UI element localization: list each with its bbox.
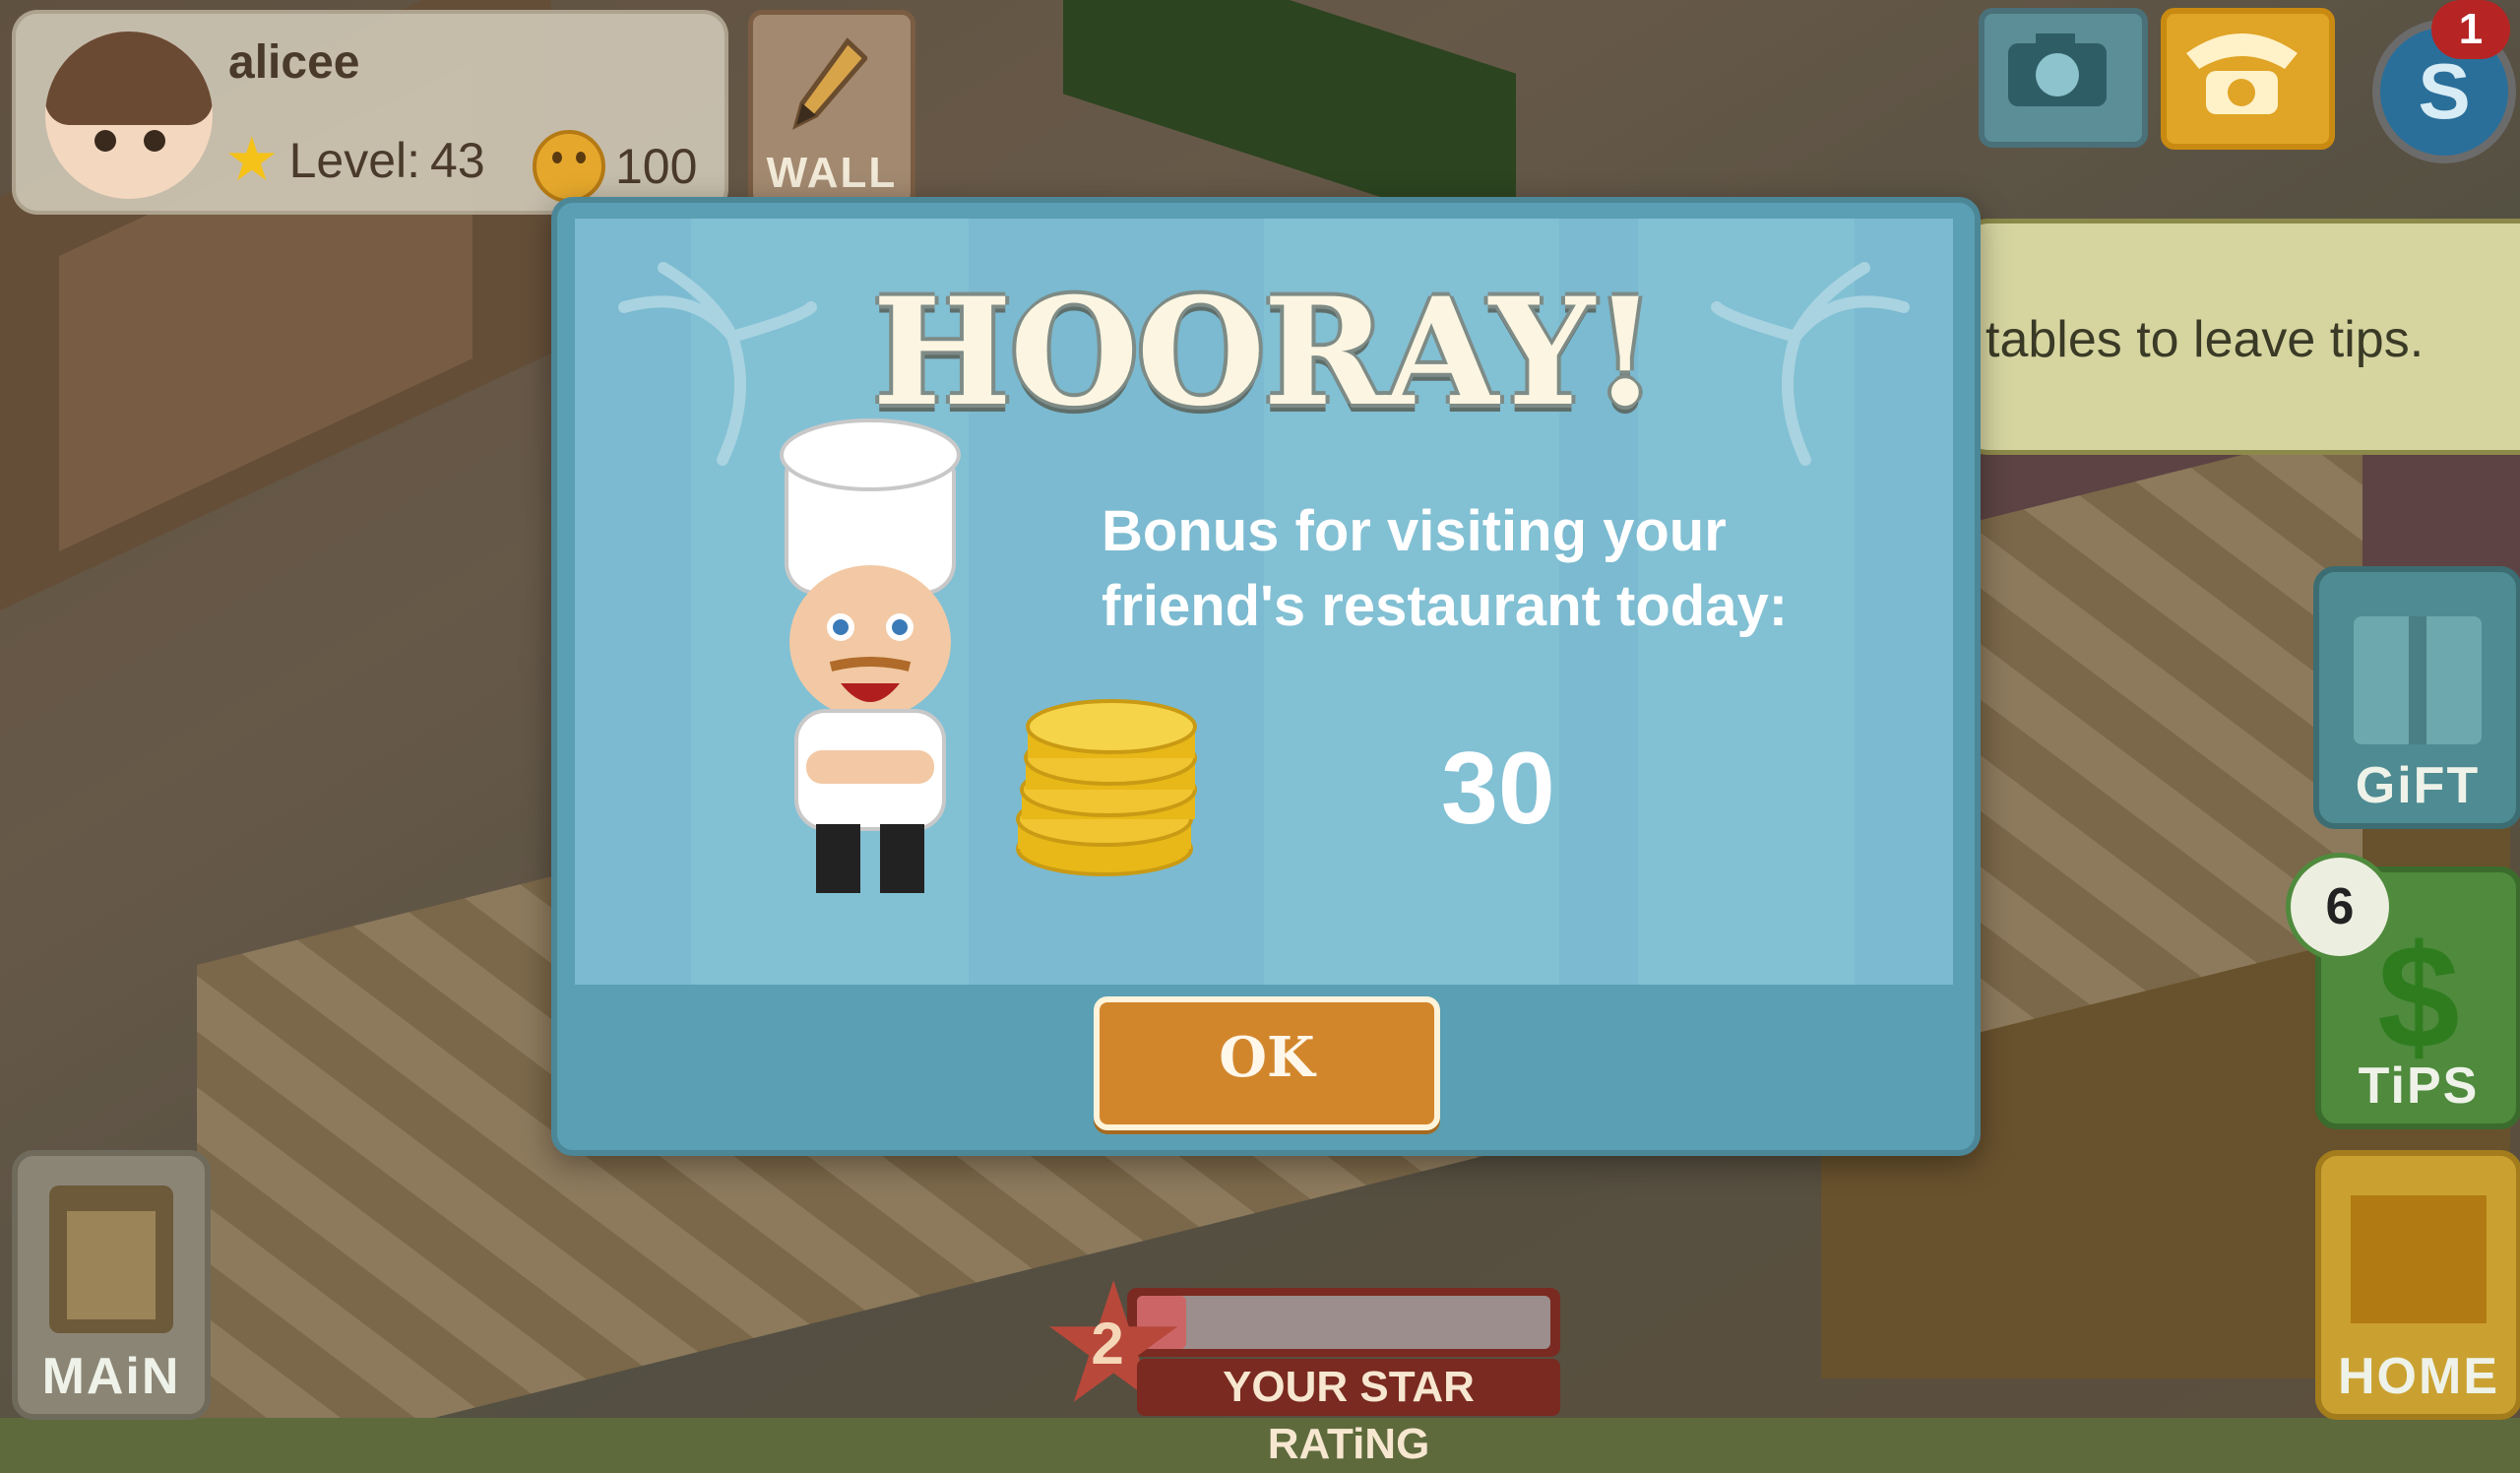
hooray-dialog: HOORAY! Bonus for visiting your friend's… bbox=[551, 197, 1981, 1156]
tip-text: tables to leave tips. bbox=[1985, 311, 2425, 368]
pencil-icon bbox=[792, 37, 867, 130]
player-level: ★ Level: 43 bbox=[224, 130, 485, 191]
ok-button[interactable]: OK bbox=[1094, 996, 1440, 1130]
star-rating-value: 2 bbox=[1091, 1311, 1124, 1377]
coin-face-icon bbox=[533, 130, 605, 203]
ok-button-label: OK bbox=[1219, 1025, 1315, 1090]
bonus-line-2: friend's restaurant today: bbox=[1102, 574, 1789, 638]
gift-box-icon bbox=[2354, 616, 2482, 744]
main-label: MAiN bbox=[41, 1348, 181, 1405]
home-label: HOME bbox=[2338, 1348, 2499, 1405]
house-icon bbox=[2351, 1195, 2487, 1323]
wall-label: WALL bbox=[766, 149, 898, 197]
camera-button[interactable] bbox=[1979, 8, 2148, 148]
reward-amount: 30 bbox=[1441, 732, 1555, 846]
bonus-message: Bonus for visiting your friend's restaur… bbox=[1102, 494, 1909, 644]
player-name: alicee bbox=[228, 36, 360, 89]
coin-stack-icon bbox=[1016, 699, 1197, 876]
camera-icon bbox=[2008, 33, 2107, 106]
player-card: alicee ★ Level: 43 100 bbox=[12, 10, 728, 215]
home-button[interactable]: HOME bbox=[2315, 1150, 2520, 1420]
main-button[interactable]: MAiN bbox=[12, 1150, 211, 1420]
level-value: 43 bbox=[430, 133, 485, 188]
tips-count-badge: 6 bbox=[2286, 853, 2394, 961]
phone-button[interactable] bbox=[2161, 8, 2335, 150]
player-avatar bbox=[45, 32, 213, 199]
notification-badge: 1 bbox=[2431, 0, 2510, 59]
dialog-title: HOORAY! bbox=[872, 266, 1658, 439]
chef-icon bbox=[780, 418, 961, 893]
bonus-line-1: Bonus for visiting your bbox=[1102, 499, 1727, 563]
star-icon: ★ bbox=[224, 126, 280, 194]
phone-icon bbox=[2186, 33, 2298, 114]
gift-label: GiFT bbox=[2355, 757, 2481, 814]
player-coins: 100 bbox=[533, 130, 697, 203]
tips-label: TiPS bbox=[2358, 1057, 2480, 1115]
dialog-panel: HOORAY! Bonus for visiting your friend's… bbox=[575, 219, 1953, 985]
clipboard-icon bbox=[49, 1185, 173, 1333]
tip-bubble: tables to leave tips. bbox=[1959, 219, 2520, 455]
gift-button[interactable]: GiFT bbox=[2313, 566, 2520, 829]
wall-button[interactable]: WALL bbox=[748, 10, 915, 207]
level-label: Level: bbox=[288, 133, 421, 188]
star-rating-label: YOUR STAR RATiNG bbox=[1137, 1359, 1560, 1468]
coin-count: 100 bbox=[615, 139, 698, 194]
star-rating-bar[interactable]: ★ 2 YOUR STAR RATiNG bbox=[1039, 1260, 1560, 1468]
